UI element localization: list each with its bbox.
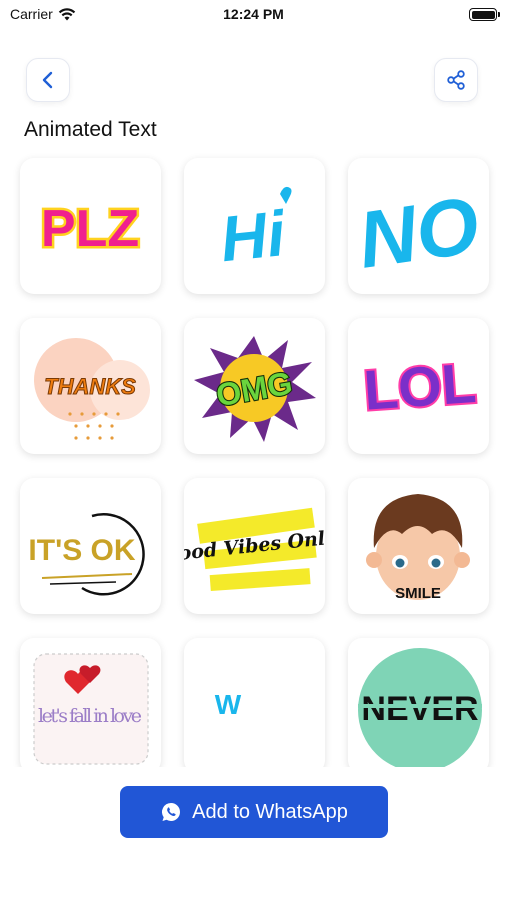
sticker-never-art: NEVER	[358, 648, 482, 767]
sticker-tile[interactable]: W	[184, 638, 325, 767]
sticker-label: Hi	[217, 197, 289, 275]
sticker-grid: PLZ Hi NO THANKS OMG LOL IT'S OK Good Vi…	[20, 158, 489, 767]
sticker-tile[interactable]: LOL	[348, 318, 489, 454]
add-to-whatsapp-label: Add to WhatsApp	[192, 800, 348, 823]
chevron-left-icon	[42, 71, 53, 89]
sticker-tile[interactable]: NEVER	[348, 638, 489, 767]
page-title: Animated Text	[24, 118, 157, 141]
sticker-no-art: NO	[353, 180, 484, 285]
sticker-label: PLZ	[41, 200, 139, 258]
sticker-thanks-art: THANKS	[34, 338, 150, 440]
sticker-tile[interactable]: SMILE	[348, 478, 489, 614]
sticker-plz-art: PLZ	[38, 198, 141, 261]
sticker-grid-scroll[interactable]: PLZ Hi NO THANKS OMG LOL IT'S OK Good Vi…	[0, 150, 507, 767]
sticker-its-ok-art: IT'S OK	[28, 513, 145, 596]
sticker-good-vibes-art: Good Vibes Only!	[184, 507, 325, 592]
sticker-tile[interactable]: THANKS	[20, 318, 161, 454]
sticker-tile[interactable]: PLZ	[20, 158, 161, 294]
sticker-label: THANKS	[44, 374, 136, 399]
sticker-label: W	[215, 689, 242, 720]
status-bar: Carrier 12:24 PM	[0, 0, 507, 30]
sticker-fall-in-love-art: let's fall in love	[33, 653, 149, 765]
sticker-tile[interactable]: NO	[348, 158, 489, 294]
sticker-label: SMILE	[395, 585, 441, 602]
status-time: 12:24 PM	[223, 6, 284, 22]
sticker-w-art: W	[215, 689, 242, 720]
sticker-label: IT'S OK	[28, 534, 135, 567]
back-button[interactable]	[26, 58, 70, 102]
waving-hand-icon	[280, 186, 292, 204]
sticker-omg-art: OMG	[194, 336, 316, 442]
sticker-smile-art: SMILE	[366, 494, 470, 602]
sticker-lol-art: LOL	[360, 349, 480, 424]
sticker-hi-art: Hi	[217, 186, 292, 275]
sticker-label: let's fall in love	[38, 705, 142, 727]
sticker-tile[interactable]: let's fall in love	[20, 638, 161, 767]
share-button[interactable]	[434, 58, 478, 102]
sticker-tile[interactable]: Good Vibes Only!	[184, 478, 325, 614]
sticker-label: NEVER	[361, 690, 478, 728]
sticker-tile[interactable]: IT'S OK	[20, 478, 161, 614]
whatsapp-icon	[160, 801, 182, 823]
add-to-whatsapp-button[interactable]: Add to WhatsApp	[120, 786, 388, 838]
sticker-tile[interactable]: OMG	[184, 318, 325, 454]
sticker-label: LOL	[362, 351, 478, 422]
share-icon	[447, 70, 465, 90]
battery-icon	[469, 8, 500, 21]
sticker-label: NO	[353, 180, 484, 285]
sticker-tile[interactable]: Hi	[184, 158, 325, 294]
